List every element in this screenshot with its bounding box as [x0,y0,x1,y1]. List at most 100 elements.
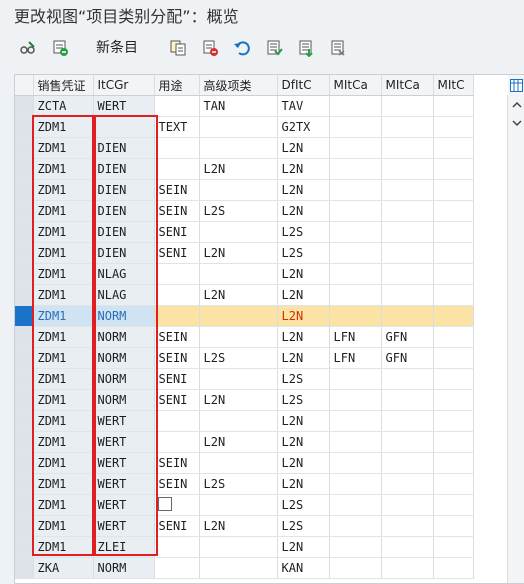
table-cell[interactable]: L2N [199,158,278,180]
table-cell[interactable] [154,137,200,159]
table-cell[interactable] [381,116,434,138]
table-cell[interactable] [154,557,200,579]
table-cell[interactable]: L2N [277,410,330,432]
table-cell[interactable] [329,473,382,495]
table-cell[interactable] [329,242,382,264]
table-cell[interactable]: L2S [199,347,278,369]
checkbox-overlay[interactable] [158,497,172,511]
table-cell[interactable]: L2N [277,347,330,369]
row-selector[interactable] [15,137,34,159]
table-cell[interactable]: L2N [277,431,330,453]
table-cell[interactable]: ZDM1 [33,116,94,138]
table-cell[interactable]: WERT [93,95,155,117]
table-cell[interactable] [433,326,474,348]
table-cell[interactable] [154,284,200,306]
table-cell[interactable] [433,242,474,264]
table-cell[interactable] [381,242,434,264]
glasses-edit-icon[interactable] [16,36,40,60]
table-cell[interactable] [199,452,278,474]
table-cell[interactable] [329,494,382,516]
delete-icon[interactable] [198,36,222,60]
table-cell[interactable]: NLAG [93,284,155,306]
table-cell[interactable] [329,200,382,222]
row-selector[interactable] [15,116,34,138]
row-selector[interactable] [15,347,34,369]
table-cell[interactable] [329,410,382,432]
table-cell[interactable] [433,305,474,327]
row-selector[interactable] [15,242,34,264]
table-cell[interactable]: L2N [277,452,330,474]
row-selector[interactable] [15,179,34,201]
table-cell[interactable]: ZDM1 [33,305,94,327]
table-cell[interactable] [199,116,278,138]
table-cell[interactable] [433,368,474,390]
table-row[interactable]: ZDM1 NORM L2N [15,305,474,327]
table-cell[interactable]: L2N [277,536,330,558]
row-selector[interactable] [15,536,34,558]
table-cell[interactable]: ZDM1 [33,326,94,348]
table-cell[interactable] [433,431,474,453]
table-cell[interactable] [329,158,382,180]
table-row[interactable]: ZDM1 TEXT G2TX [15,116,474,138]
table-cell[interactable] [329,137,382,159]
table-cell[interactable] [381,389,434,411]
table-cell[interactable] [329,431,382,453]
new-entries-button[interactable]: 新条目 [96,36,138,60]
table-cell[interactable] [154,410,200,432]
row-selector[interactable] [15,389,34,411]
table-cell[interactable]: ZDM1 [33,410,94,432]
table-cell[interactable]: L2N [199,284,278,306]
table-cell[interactable] [329,263,382,285]
table-cell[interactable] [433,389,474,411]
row-selector[interactable] [15,305,34,327]
row-selector[interactable] [15,494,34,516]
row-selector[interactable] [15,326,34,348]
table-cell[interactable]: GFN [381,326,434,348]
table-row[interactable]: ZDM1 NORM SENI L2N L2S [15,389,474,411]
table-cell[interactable] [381,368,434,390]
table-cell[interactable]: ZDM1 [33,221,94,243]
row-selector[interactable] [15,200,34,222]
table-cell[interactable] [154,536,200,558]
table-cell[interactable]: NORM [93,557,155,579]
table-cell[interactable]: L2N [277,326,330,348]
table-cell[interactable]: L2N [277,305,330,327]
table-cell[interactable]: NORM [93,368,155,390]
table-cell[interactable] [199,179,278,201]
column-header[interactable]: 销售凭证 [33,75,94,96]
table-cell[interactable]: DIEN [93,221,155,243]
table-cell[interactable]: L2N [277,473,330,495]
table-cell[interactable]: SENI [154,389,200,411]
table-cell[interactable]: DIEN [93,158,155,180]
table-cell[interactable] [154,158,200,180]
row-selector[interactable] [15,452,34,474]
table-cell[interactable]: SEIN [154,200,200,222]
table-cell[interactable] [433,557,474,579]
table-cell[interactable] [329,305,382,327]
table-cell[interactable] [199,410,278,432]
refresh-other-icon[interactable] [48,36,72,60]
table-cell[interactable]: WERT [93,494,155,516]
table-cell[interactable] [199,557,278,579]
table-cell[interactable]: ZDM1 [33,368,94,390]
table-row[interactable]: ZDM1 DIEN SEIN L2N [15,179,474,201]
table-cell[interactable]: WERT [93,452,155,474]
row-selector[interactable] [15,431,34,453]
table-cell[interactable]: LFN [329,347,382,369]
table-row[interactable]: ZDM1 WERT L2N [15,410,474,432]
table-cell[interactable]: DIEN [93,242,155,264]
table-cell[interactable] [381,557,434,579]
table-cell[interactable] [433,116,474,138]
table-cell[interactable] [329,557,382,579]
table-cell[interactable] [433,221,474,243]
table-cell[interactable]: L2S [277,389,330,411]
table-cell[interactable] [199,305,278,327]
table-cell[interactable] [381,95,434,117]
table-cell[interactable]: SENI [154,368,200,390]
table-cell[interactable] [381,431,434,453]
table-cell[interactable] [329,389,382,411]
table-cell[interactable] [433,347,474,369]
table-cell[interactable]: L2N [199,389,278,411]
table-cell[interactable]: WERT [93,515,155,537]
column-header[interactable]: DfItC [277,75,330,96]
